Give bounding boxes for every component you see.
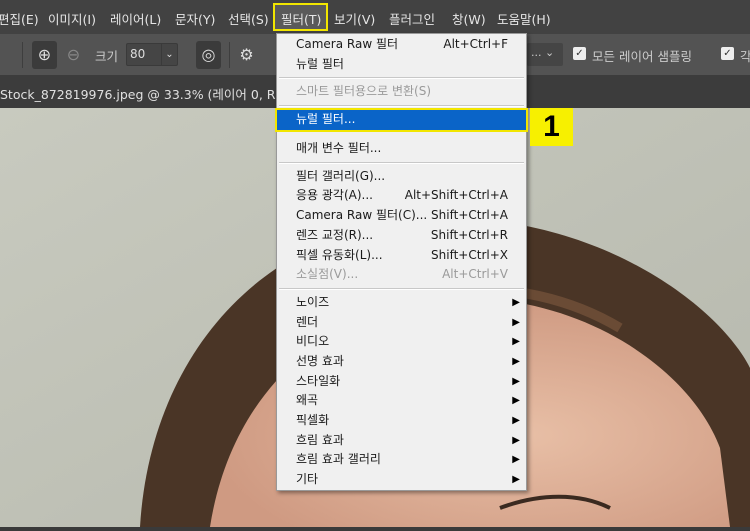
- label: 응용 광각(A)...: [296, 188, 373, 203]
- sample-dropdown[interactable]: ... ⌄: [527, 43, 563, 66]
- separator: [277, 285, 526, 293]
- submenu-blur-gallery[interactable]: 흐림 효과 갤러리 ▶: [277, 450, 526, 470]
- submenu-other[interactable]: 기타 ▶: [277, 470, 526, 490]
- label: 기타: [296, 472, 319, 487]
- separator: [277, 159, 526, 167]
- caret-right-icon: ▶: [512, 375, 520, 387]
- menu-window[interactable]: 창(W): [452, 9, 486, 28]
- label: 렌더: [296, 314, 319, 329]
- submenu-sharpen[interactable]: 선명 효과 ▶: [277, 352, 526, 372]
- label: 렌즈 교정(R)...: [296, 227, 374, 242]
- label: 소실점(V)...: [296, 267, 359, 282]
- separator: [277, 74, 526, 82]
- menu-item-liquify[interactable]: 픽셀 유동화(L)... Shift+Ctrl+X: [277, 246, 526, 266]
- add-to-selection-icon[interactable]: ⊕: [32, 41, 57, 69]
- brush-pressure-icon[interactable]: ◎: [196, 41, 221, 69]
- caret-right-icon: ▶: [512, 415, 520, 426]
- shortcut: Shift+Ctrl+A: [431, 208, 508, 223]
- label: 선명 효과: [296, 353, 344, 368]
- caret-right-icon: ▶: [512, 296, 520, 308]
- submenu-render[interactable]: 렌더 ▶: [277, 313, 526, 333]
- sample-all-layers-label: 모든 레이어 샘플링: [592, 49, 692, 64]
- divider: [229, 42, 230, 68]
- chevron-down-icon[interactable]: ⌄: [161, 44, 177, 65]
- menu-item-camera-raw-2[interactable]: Camera Raw 필터(C)... Shift+Ctrl+A: [277, 206, 526, 226]
- menu-item-parametric[interactable]: 매개 변수 필터...: [277, 139, 526, 159]
- caret-right-icon: ▶: [512, 355, 520, 367]
- menu-image[interactable]: 이미지(I): [48, 9, 96, 28]
- label: 스타일화: [296, 373, 341, 388]
- submenu-stylize[interactable]: 스타일화 ▶: [277, 372, 526, 392]
- menu-item-adaptive-wide[interactable]: 응용 광각(A)... Alt+Shift+Ctrl+A: [277, 186, 526, 206]
- label: Camera Raw 필터(C)...: [296, 208, 428, 223]
- menu-filter[interactable]: 필터(T): [281, 9, 321, 28]
- menu-item-gallery[interactable]: 필터 갤러리(G)...: [277, 167, 526, 187]
- shortcut: Alt+Ctrl+V: [442, 267, 508, 282]
- menu-edit[interactable]: 편집(E): [0, 9, 39, 28]
- menu-select[interactable]: 선택(S): [228, 9, 269, 28]
- caret-right-icon: ▶: [512, 395, 520, 407]
- separator: [277, 102, 526, 110]
- label: 픽셀 유동화(L)...: [296, 247, 383, 262]
- menu-item-neural-filters[interactable]: 뉴럴 필터...: [275, 108, 528, 133]
- label: Camera Raw 필터: [296, 37, 399, 51]
- caret-right-icon: ▶: [512, 454, 520, 466]
- caret-right-icon: ▶: [512, 336, 520, 348]
- shortcut: Alt+Ctrl+F: [443, 37, 508, 51]
- submenu-video[interactable]: 비디오 ▶: [277, 332, 526, 352]
- menu-item-convert-smart: 스마트 필터용으로 변환(S): [296, 84, 432, 99]
- caret-right-icon: ▶: [512, 316, 520, 328]
- size-label: 크기: [95, 49, 119, 64]
- label: 왜곡: [296, 393, 319, 408]
- submenu-distort[interactable]: 왜곡 ▶: [277, 391, 526, 411]
- menu-layer[interactable]: 레이어(L): [110, 9, 161, 28]
- label: 비디오: [296, 334, 330, 349]
- menu-type[interactable]: 문자(Y): [175, 9, 215, 28]
- subtract-from-selection-icon[interactable]: ⊖: [61, 41, 86, 69]
- sample-all-layers-checkbox[interactable]: ✓: [573, 47, 586, 60]
- menu-help[interactable]: 도움말(H): [497, 9, 551, 28]
- filter-menu: Camera Raw 필터 Alt+Ctrl+F 뉴럴 필터 스마트 필터용으로 …: [275, 33, 528, 491]
- submenu-pixelate[interactable]: 픽셀화 ▶: [277, 411, 526, 431]
- shortcut: Shift+Ctrl+R: [430, 227, 508, 242]
- menu-item-camera-raw[interactable]: Camera Raw 필터 Alt+Ctrl+F: [277, 35, 526, 55]
- menu-bar: 편집(E) 이미지(I) 레이어(L) 문자(Y) 선택(S) 필터(T) 보기…: [0, 0, 750, 34]
- submenu-blur[interactable]: 흐림 효과 ▶: [277, 431, 526, 451]
- auto-enhance-label: 각: [740, 49, 750, 64]
- document-title: Stock_872819976.jpeg @ 33.3% (레이어 0, RGB…: [0, 87, 306, 102]
- divider: [22, 42, 23, 68]
- submenu-noise[interactable]: 노이즈 ▶: [277, 293, 526, 313]
- shortcut: Shift+Ctrl+X: [431, 247, 508, 262]
- auto-enhance-checkbox[interactable]: ✓: [721, 47, 734, 60]
- caret-right-icon: ▶: [512, 434, 520, 446]
- gear-icon[interactable]: ⚙: [234, 41, 259, 69]
- menu-item-vanishing-point: 소실점(V)... Alt+Ctrl+V: [277, 265, 526, 285]
- step-badge: 1: [530, 108, 573, 146]
- caret-right-icon: ▶: [512, 474, 520, 486]
- label: 흐림 효과: [296, 432, 344, 447]
- menu-view[interactable]: 보기(V): [334, 9, 375, 28]
- menu-plugins[interactable]: 플러그인: [389, 9, 435, 28]
- label: 노이즈: [296, 294, 330, 309]
- menu-item-neural-recent[interactable]: 뉴럴 필터: [277, 55, 526, 75]
- dropdown-value: ...: [531, 46, 542, 59]
- shortcut: Alt+Shift+Ctrl+A: [404, 188, 508, 203]
- size-input[interactable]: 80 ⌄: [126, 43, 178, 66]
- label: 픽셀화: [296, 413, 330, 427]
- size-value: 80: [130, 47, 146, 61]
- label: 흐림 효과 갤러리: [296, 452, 381, 467]
- menu-item-lens-correction[interactable]: 렌즈 교정(R)... Shift+Ctrl+R: [277, 226, 526, 246]
